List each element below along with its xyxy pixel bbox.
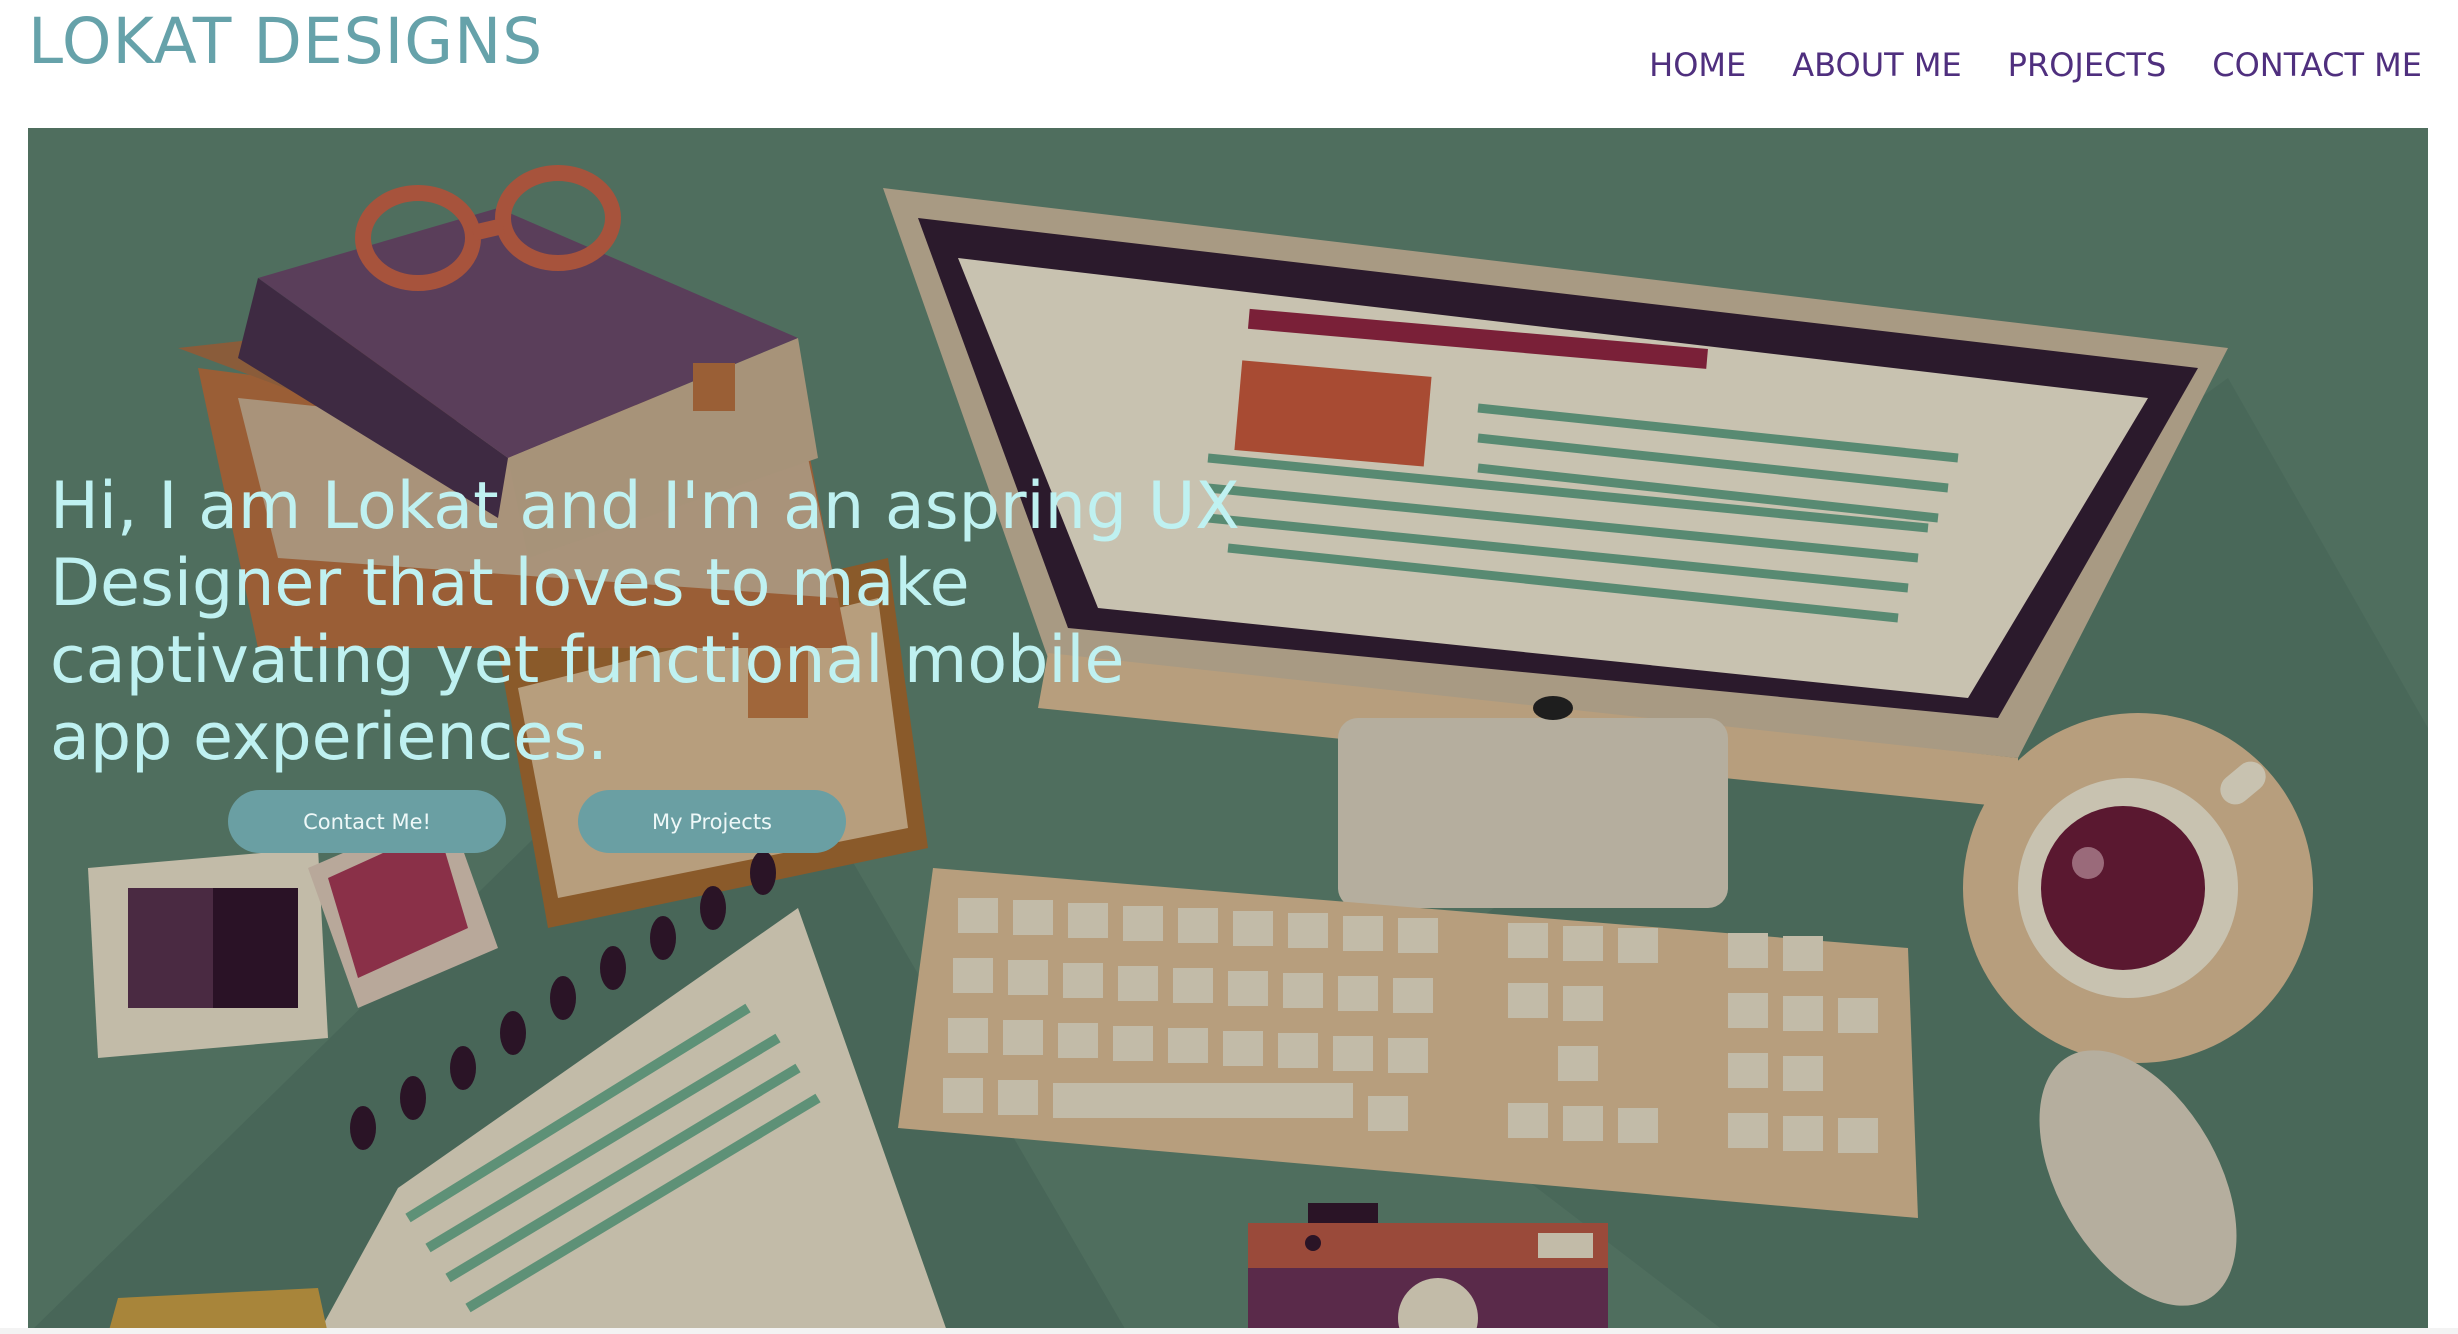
site-logo[interactable]: LOKAT DESIGNS	[28, 2, 543, 82]
nav-home[interactable]: HOME	[1649, 40, 1746, 90]
hero-headline: Hi, I am Lokat and I'm an aspring UX Des…	[50, 468, 1240, 775]
nav-about[interactable]: ABOUT ME	[1792, 40, 1961, 90]
page-bottom-edge	[0, 1328, 2458, 1334]
illustration-coffee-cup	[1963, 713, 2313, 1063]
my-projects-button[interactable]: My Projects	[578, 790, 846, 853]
illustration-camera	[1248, 1203, 1608, 1334]
nav-contact[interactable]: CONTACT ME	[2212, 40, 2422, 90]
contact-me-button[interactable]: Contact Me!	[228, 790, 506, 853]
nav-projects[interactable]: PROJECTS	[2008, 40, 2167, 90]
main-nav: HOME ABOUT ME PROJECTS CONTACT ME	[1603, 40, 2422, 90]
hero-section: Hi, I am Lokat and I'm an aspring UX Des…	[28, 128, 2428, 1334]
